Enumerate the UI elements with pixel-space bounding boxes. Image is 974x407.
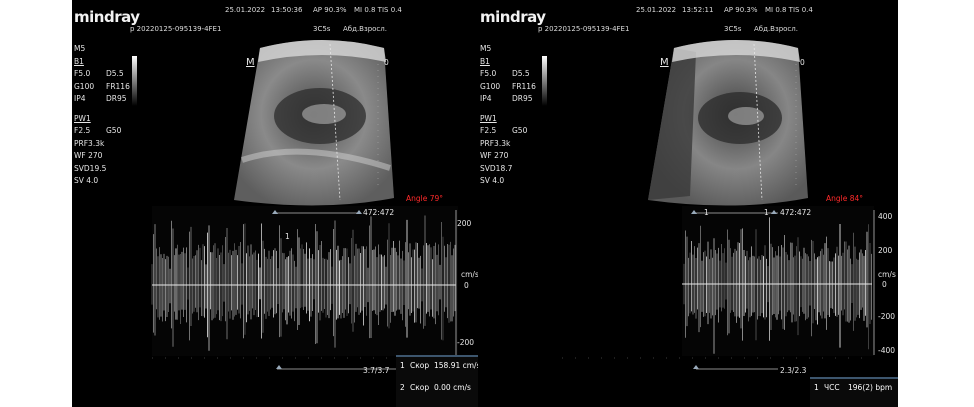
velocity-unit: cm/s: [461, 270, 478, 279]
grayscale-bar: [132, 56, 137, 106]
probe: 3C5s: [724, 25, 742, 33]
measurement-value: 196(2) bpm: [848, 383, 893, 392]
measurement-index: 1: [814, 383, 819, 392]
param-frequency: F5.0: [480, 69, 497, 78]
time: 13:52:11: [682, 6, 714, 14]
logo: mindray: [74, 8, 140, 26]
gate-marker-2: 1: [764, 208, 769, 217]
param-dynamic-range: DR95: [512, 94, 533, 103]
date: 25.01.2022: [225, 6, 266, 14]
acoustic-power: AP 90.3%: [313, 6, 347, 14]
velocity-tick-minus200: -200: [457, 338, 475, 347]
param-depth: D5.5: [106, 69, 124, 78]
gate-marker: 1: [704, 208, 709, 217]
sweep-speed-label: 3.7/3.7: [363, 366, 390, 375]
grayscale-bar: [542, 56, 547, 106]
angle-label: Angle 84°: [826, 194, 864, 203]
depth-zero-label: 0: [800, 58, 805, 67]
measurement-name: Скор: [410, 361, 430, 370]
param-prf: PRF3.3k: [74, 138, 105, 148]
measurement-box: 1 ЧСС 196(2) bpm: [810, 377, 898, 407]
mi-tis: MI 0.8 TIS 0.4: [354, 6, 402, 14]
param-depth: D5.5: [512, 69, 530, 78]
velocity-tick-0: 0: [464, 281, 469, 290]
param-frequency: F5.0: [74, 69, 91, 78]
preset: Абд.Взросл.: [343, 25, 387, 33]
param-pw-gain: G50: [106, 126, 122, 135]
m-marker: M: [660, 57, 669, 68]
param-pw1: PW1: [74, 113, 91, 123]
right-image-layer: [562, 40, 875, 370]
patient-id: p 20220125-095139-4FE1: [130, 25, 222, 33]
param-pw1: PW1: [480, 113, 497, 123]
depth-zero-label: 0: [384, 58, 389, 67]
measurement-row: 2 Скор 0.00 cm/s: [396, 379, 478, 395]
velocity-unit: cm/s: [878, 270, 896, 279]
param-pw-gain: G50: [512, 126, 528, 135]
velocity-tick-0: 0: [882, 280, 887, 289]
angle-label: Angle 79°: [406, 194, 444, 203]
velocity-tick-minus400: -400: [878, 346, 896, 355]
velocity-tick-400: 400: [878, 212, 893, 221]
time: 13:50:36: [271, 6, 303, 14]
param-wall-filter: WF 270: [480, 151, 509, 160]
sweep-speed-label: 2.3/2.3: [780, 366, 807, 375]
acoustic-power: AP 90.3%: [724, 6, 758, 14]
preset: Абд.Взросл.: [754, 25, 798, 33]
param-svd: SVD19.5: [74, 163, 107, 173]
scale-top-label: 472:472: [363, 208, 395, 217]
param-gain: G100: [480, 81, 501, 91]
param-b1: B1: [74, 56, 84, 66]
logo: mindray: [480, 8, 546, 26]
measurement-index: 1: [400, 361, 405, 370]
scale-top-label: 472:472: [780, 208, 812, 217]
param-frame-rate: FR116: [106, 81, 130, 91]
m-marker: M: [246, 57, 255, 68]
velocity-tick-200: 200: [457, 219, 472, 228]
param-frame-rate: FR116: [512, 81, 536, 91]
velocity-tick-200: 200: [878, 246, 893, 255]
measurement-index: 2: [400, 383, 405, 392]
param-ip: IP4: [74, 94, 86, 103]
measurement-value: 0.00 cm/s: [434, 383, 471, 392]
ultrasound-panel-left: mindray p 20220125-095139-4FE1 25.01.202…: [72, 0, 478, 407]
param-sample-volume: SV 4.0: [480, 176, 505, 185]
velocity-tick-minus200: -200: [878, 312, 896, 321]
gate-marker: 1: [285, 232, 290, 241]
measurement-row: 1 Скор 158.91 cm/s: [396, 357, 478, 373]
param-gain: G100: [74, 81, 95, 91]
param-svd: SVD18.7: [480, 163, 513, 173]
param-ip: IP4: [480, 94, 492, 103]
patient-id: p 20220125-095139-4FE1: [538, 25, 630, 33]
measurement-name: ЧСС: [824, 383, 840, 392]
mi-tis: MI 0.8 TIS 0.4: [765, 6, 813, 14]
param-pw-frequency: F2.5: [74, 126, 91, 135]
measurement-box: 1 Скор 158.91 cm/s 2 Скор 0.00 cm/s: [396, 355, 478, 407]
param-b1: B1: [480, 56, 490, 66]
probe: 3C5s: [313, 25, 331, 33]
param-dynamic-range: DR95: [106, 94, 127, 103]
measurement-value: 158.91 cm/s: [434, 361, 478, 370]
param-wall-filter: WF 270: [74, 151, 103, 160]
measurement-row: 1 ЧСС 196(2) bpm: [810, 379, 898, 395]
measurement-name: Скор: [410, 383, 430, 392]
param-sample-volume: SV 4.0: [74, 176, 99, 185]
param-pw-frequency: F2.5: [480, 126, 497, 135]
date: 25.01.2022: [636, 6, 677, 14]
ultrasound-panel-right: mindray p 20220125-095139-4FE1 25.01.202…: [478, 0, 898, 407]
param-mode: M5: [74, 44, 86, 53]
param-mode: M5: [480, 44, 492, 53]
param-prf: PRF3.3k: [480, 138, 511, 148]
